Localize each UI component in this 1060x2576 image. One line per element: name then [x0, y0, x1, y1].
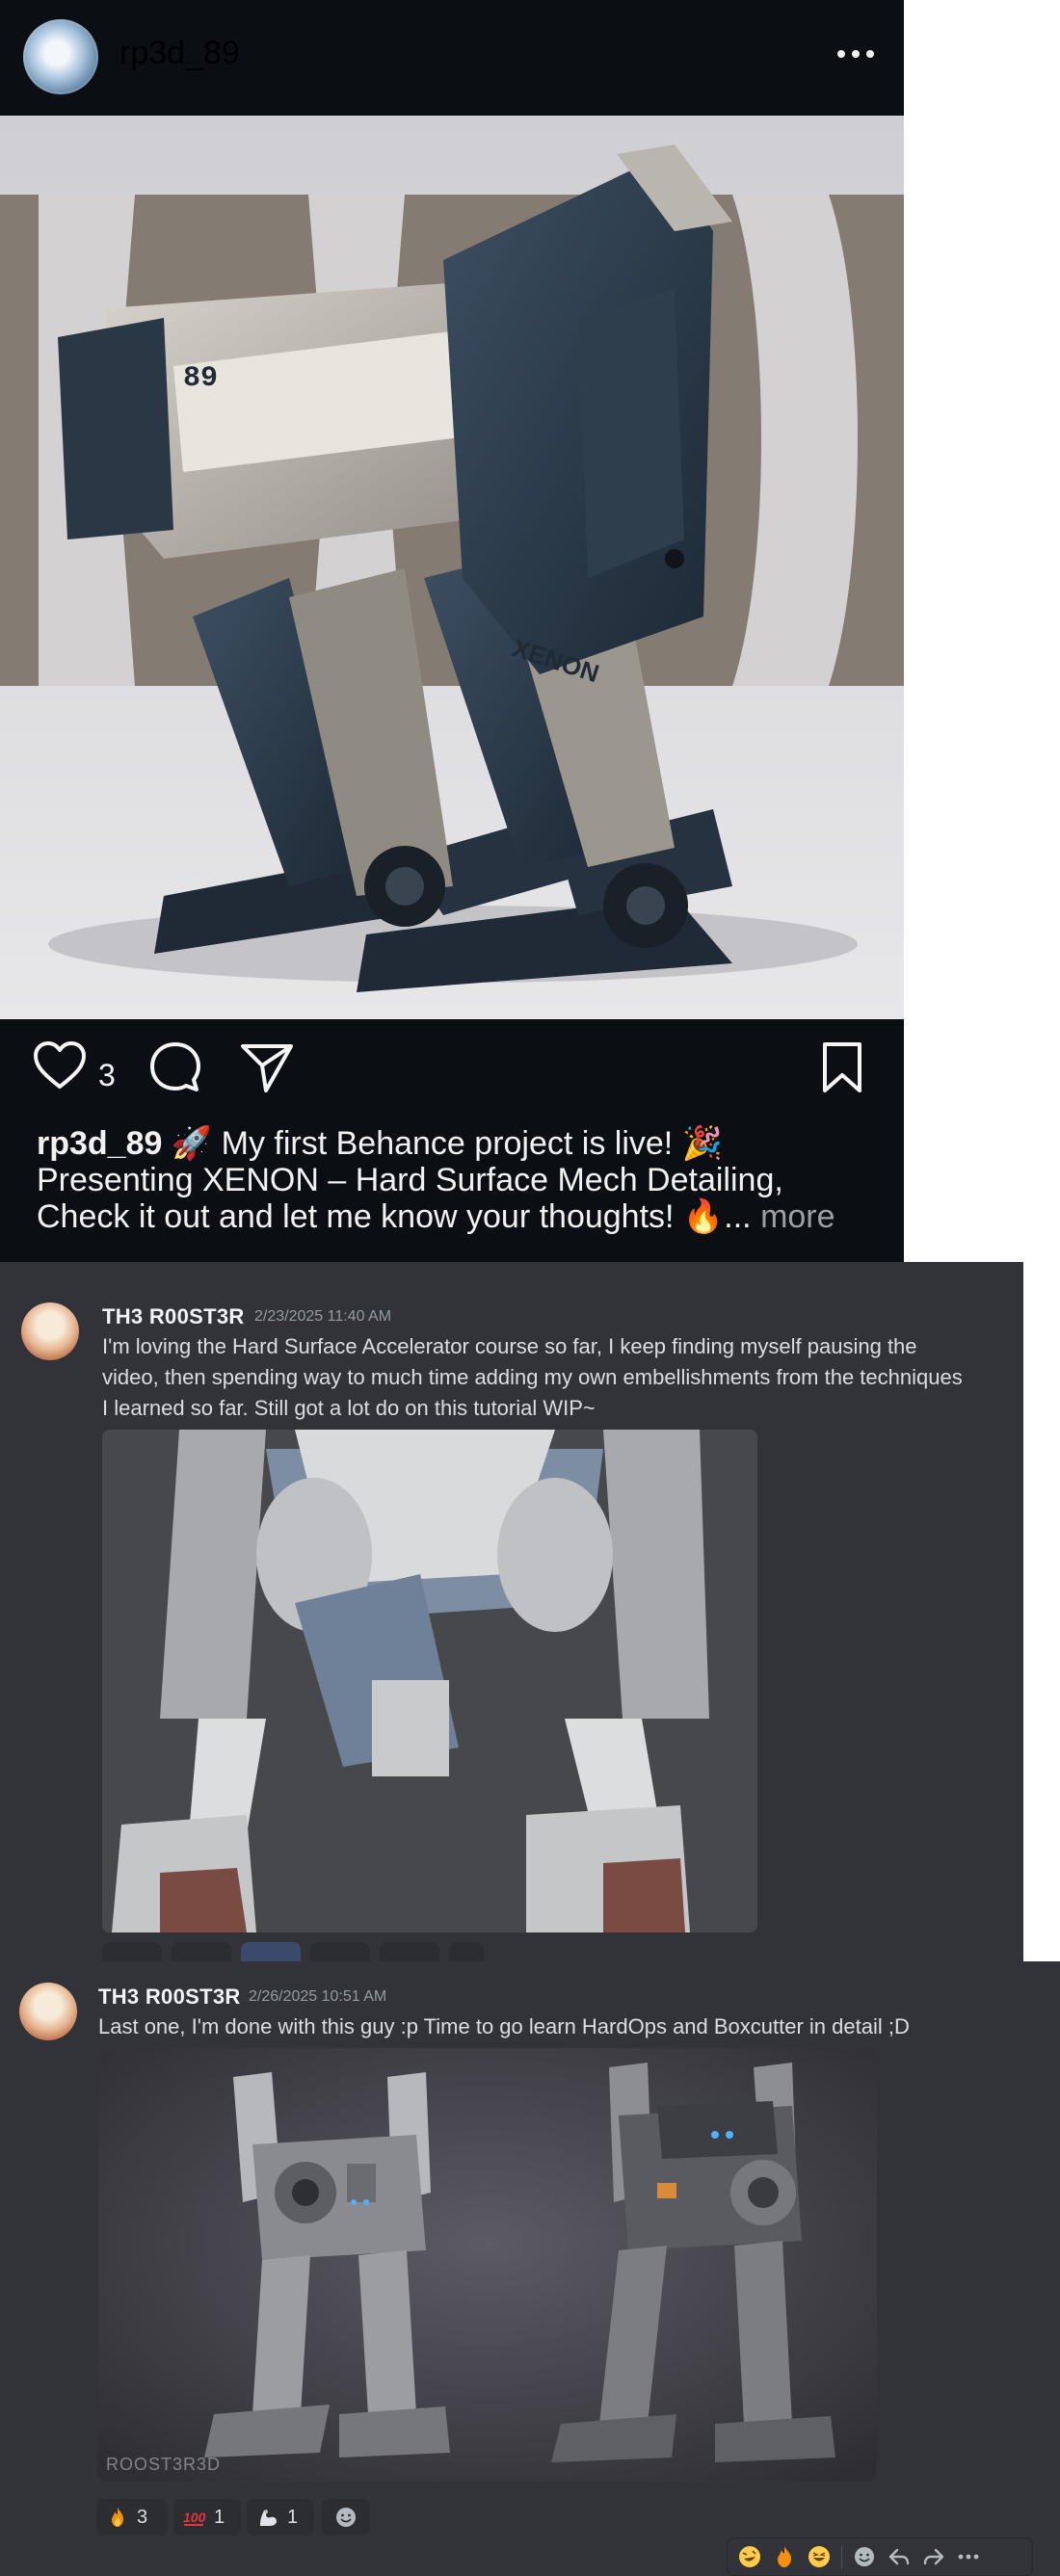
caption-text-3: Check it out and let me know your though…	[37, 1198, 725, 1235]
reaction-stub[interactable]	[102, 1942, 162, 1961]
flexed-biceps-emoji-icon	[260, 2510, 277, 2526]
reaction-count: 3	[137, 2506, 148, 2528]
like-count[interactable]: 3	[98, 1058, 116, 1093]
toolbar-separator	[841, 2545, 842, 2568]
reaction-stub[interactable]	[310, 1942, 370, 1961]
post-username[interactable]: rp3d_89	[119, 35, 240, 72]
caption-line-1: rp3d_89 🚀 My first Behance project is li…	[37, 1125, 885, 1162]
post-actions-bar	[0, 1019, 904, 1125]
profile-avatar[interactable]	[23, 19, 98, 94]
caption-line-2: Presenting XENON – Hard Surface Mech Det…	[37, 1162, 783, 1198]
bookmark-icon[interactable]	[819, 1040, 865, 1094]
add-reaction-icon	[336, 2508, 356, 2527]
reaction-stub[interactable]	[449, 1942, 484, 1961]
author-avatar[interactable]	[19, 1983, 77, 2040]
message-text: I'm loving the Hard Surface Accelerator …	[102, 1334, 963, 1420]
author-name[interactable]: TH3 R00ST3R	[102, 1304, 245, 1329]
caption-username[interactable]: rp3d_89	[37, 1125, 162, 1162]
svg-text:89: 89	[183, 362, 218, 395]
laughing-emoji-icon[interactable]	[807, 2544, 832, 2569]
post-header: rp3d_89	[0, 0, 904, 116]
image-watermark: ROOST3R3D	[106, 2455, 222, 2474]
fire-emoji-icon	[112, 2508, 123, 2527]
hundred-points-emoji-icon: 100	[183, 2510, 206, 2526]
caption-line-3: Check it out and let me know your though…	[37, 1198, 885, 1235]
reaction-count: 1	[214, 2506, 225, 2528]
post-caption: rp3d_89 🚀 My first Behance project is li…	[37, 1125, 885, 1235]
message-timestamp: 2/26/2025 10:51 AM	[249, 1988, 387, 2005]
caption-text-1: 🚀 My first Behance project is live! 🎉	[162, 1125, 724, 1162]
post-image[interactable]: 89 XENON	[0, 116, 904, 1019]
two-mechs-final-render	[98, 2048, 877, 2482]
svg-text:100: 100	[183, 2510, 206, 2525]
message-1-reactions-cropped	[102, 1942, 545, 1961]
reaction-fire[interactable]: 3	[96, 2499, 168, 2536]
more-options-icon[interactable]	[835, 42, 877, 66]
more-options-icon[interactable]	[956, 2544, 981, 2569]
reply-icon[interactable]	[887, 2544, 912, 2569]
caption-more-link[interactable]: more	[760, 1198, 835, 1235]
rofl-emoji-icon[interactable]	[737, 2544, 762, 2569]
forward-icon[interactable]	[921, 2544, 946, 2569]
share-icon[interactable]	[239, 1040, 295, 1094]
message-text: Last one, I'm done with this guy :p Time…	[98, 2014, 910, 2038]
reaction-hundred[interactable]: 100 1	[173, 2499, 241, 2536]
heart-icon[interactable]	[33, 1040, 87, 1091]
reaction-count: 1	[287, 2506, 299, 2528]
mech-render-illustration: 89 XENON	[0, 116, 904, 1019]
message-timestamp: 2/23/2025 11:40 AM	[254, 1308, 392, 1325]
add-reaction-button[interactable]	[322, 2499, 370, 2536]
message-hover-toolbar	[727, 2537, 1033, 2576]
message-attachment-image[interactable]	[102, 1430, 757, 1932]
message-attachment-image[interactable]	[98, 2048, 877, 2482]
reaction-stub[interactable]	[172, 1942, 231, 1961]
reaction-stub[interactable]	[241, 1942, 301, 1961]
author-avatar[interactable]	[21, 1302, 79, 1360]
reaction-muscle[interactable]: 1	[247, 2499, 314, 2536]
mech-legs-wip-render	[102, 1430, 757, 1932]
reaction-stub[interactable]	[380, 1942, 439, 1961]
comment-icon[interactable]	[148, 1040, 202, 1094]
caption-ellipsis: ...	[724, 1198, 761, 1235]
fire-emoji-icon[interactable]	[772, 2544, 797, 2569]
author-name[interactable]: TH3 R00ST3R	[98, 1985, 241, 2010]
add-reaction-icon[interactable]	[852, 2544, 877, 2569]
